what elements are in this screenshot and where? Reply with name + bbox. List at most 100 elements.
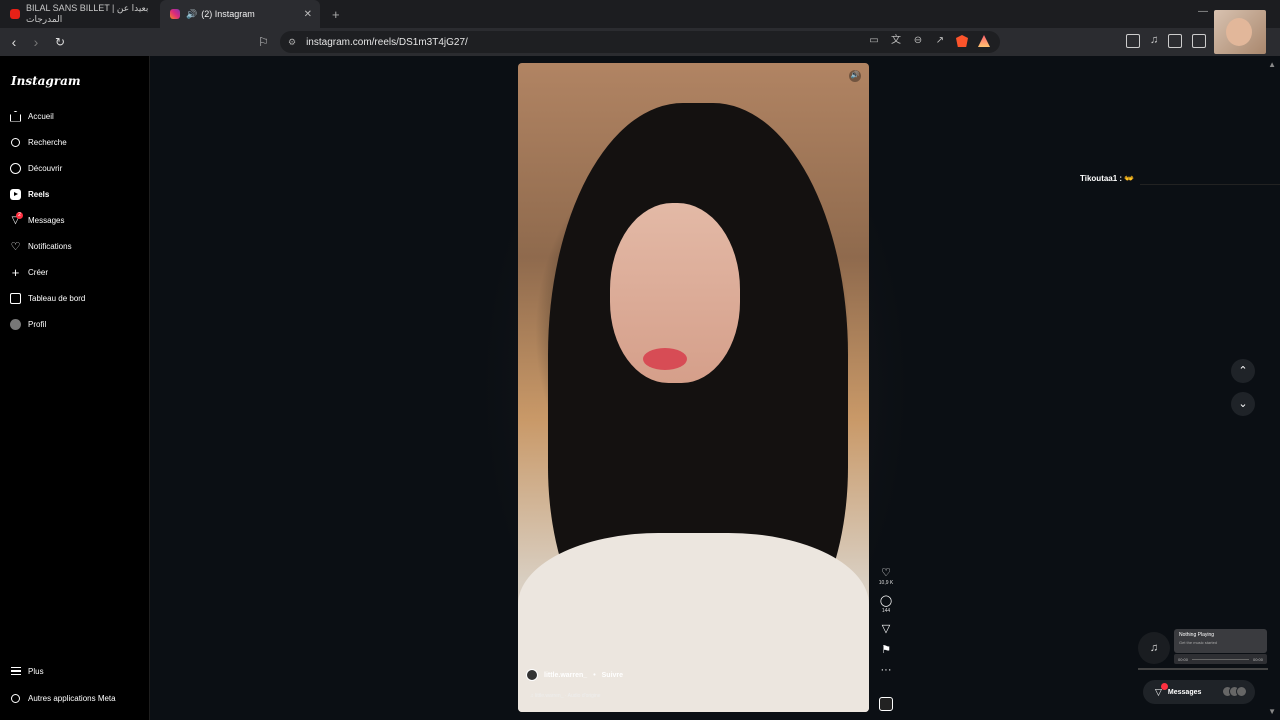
sidebar-item-decouvrir[interactable]: Découvrir bbox=[10, 161, 62, 175]
browser-tab-bar: BILAL SANS BILLET | بعيدا عن المدرجات 🔊 … bbox=[0, 0, 1280, 28]
save-action[interactable]: ⚑ bbox=[881, 643, 891, 656]
sidebar-item-label: Tableau de bord bbox=[28, 293, 86, 303]
search-icon bbox=[10, 137, 21, 148]
instagram-icon bbox=[170, 9, 180, 19]
forward-button[interactable]: › bbox=[26, 32, 46, 52]
more-options-icon[interactable]: ··· bbox=[881, 664, 892, 676]
music-note-icon: ♫ bbox=[1149, 642, 1159, 654]
brave-rewards-icon[interactable]: 1 bbox=[978, 35, 990, 47]
chat-author: Tikoutaa1 : bbox=[1080, 174, 1123, 183]
chevron-up-icon: ⌃ bbox=[1238, 365, 1248, 377]
sidebar-item-label: Reels bbox=[28, 189, 50, 199]
music-note-icon[interactable]: ♫ bbox=[1150, 34, 1158, 48]
bookmark-icon[interactable]: ⚑ bbox=[881, 643, 891, 656]
comment-count: 144 bbox=[881, 608, 891, 614]
author-username[interactable]: little.warren_ bbox=[544, 672, 587, 679]
instagram-sidebar: Instagram Accueil Recherche Découvrir Re… bbox=[0, 56, 150, 720]
like-count: 10,9 K bbox=[878, 580, 894, 586]
messages-pill-button[interactable]: ▽ Messages bbox=[1143, 680, 1255, 704]
back-button[interactable]: ‹ bbox=[4, 32, 24, 52]
music-track-bar[interactable] bbox=[1192, 658, 1249, 660]
separator-dot: • bbox=[593, 671, 596, 679]
scroll-down-arrow[interactable]: ▼ bbox=[1268, 707, 1276, 716]
brave-shields-icon[interactable] bbox=[956, 35, 968, 47]
music-timeline[interactable]: 00:00 00:00 bbox=[1174, 654, 1267, 664]
translate-icon[interactable]: 文 bbox=[890, 35, 902, 47]
reload-button[interactable]: ↻ bbox=[50, 32, 70, 52]
chat-emoji: 👐 bbox=[1124, 174, 1135, 183]
chevron-down-icon: ⌄ bbox=[1238, 398, 1248, 410]
now-playing-card[interactable]: Nothing Playing Get the music started bbox=[1174, 629, 1267, 653]
cast-icon[interactable]: ▭ bbox=[868, 35, 880, 47]
messenger-icon: ▽ bbox=[1155, 682, 1168, 698]
baby-face-image bbox=[1226, 18, 1252, 46]
music-widget-button[interactable]: ♫ bbox=[1138, 632, 1170, 664]
more-action[interactable]: ··· bbox=[881, 664, 892, 676]
avatar bbox=[1236, 686, 1247, 697]
bookmark-icon[interactable]: ⚐ bbox=[258, 35, 269, 49]
chat-divider bbox=[1140, 184, 1280, 185]
sidebar-item-recherche[interactable]: Recherche bbox=[10, 135, 67, 149]
like-action[interactable]: ♡ 10,9 K bbox=[879, 566, 893, 586]
zoom-icon[interactable]: ⊖ bbox=[912, 35, 924, 47]
messages-badge: 2 bbox=[16, 211, 23, 219]
dashboard-icon bbox=[10, 292, 21, 304]
stream-chat-message: Tikoutaa1 : 👐 bbox=[1080, 174, 1134, 183]
sidebar-item-label: Plus bbox=[28, 666, 44, 676]
reel-audio-label[interactable]: ♫ little.warren_ · Audio d'origine bbox=[530, 693, 601, 699]
sidebar-item-profil[interactable]: Profil bbox=[10, 317, 46, 331]
sidebar-item-meta-apps[interactable]: Autres applications Meta bbox=[10, 691, 116, 705]
audio-thumbnail[interactable] bbox=[879, 697, 893, 711]
messages-pill-badge bbox=[1161, 682, 1168, 690]
site-settings-icon[interactable]: ⚙ bbox=[288, 37, 296, 48]
reel-video[interactable]: 🔊 little.warren_ • Suivre ♫ little.warre… bbox=[518, 63, 869, 712]
instagram-logo[interactable]: Instagram bbox=[11, 74, 81, 88]
rewards-badge: 1 bbox=[986, 35, 990, 38]
wallet-icon[interactable] bbox=[1192, 34, 1207, 48]
reel-actions: ♡ 10,9 K ◯ 144 ▽ ⚑ ··· bbox=[876, 566, 896, 684]
share-icon[interactable]: ↗ bbox=[934, 35, 946, 47]
comment-action[interactable]: ◯ 144 bbox=[880, 594, 892, 614]
heart-icon[interactable]: ♡ bbox=[881, 566, 891, 579]
tab-label: BILAL SANS BILLET | بعيدا عن المدرجات bbox=[26, 3, 149, 24]
speaker-icon[interactable]: 🔊 bbox=[186, 9, 197, 20]
new-tab-button[interactable]: + bbox=[332, 7, 340, 22]
webcam-overlay bbox=[1214, 10, 1266, 54]
reels-icon bbox=[10, 188, 21, 200]
tab-instagram[interactable]: 🔊 (2) Instagram ✕ bbox=[160, 0, 320, 28]
sidebar-item-reels[interactable]: Reels bbox=[10, 187, 49, 201]
address-bar-actions: ▭ 文 ⊖ ↗ 1 bbox=[868, 35, 990, 47]
sidebar-item-plus[interactable]: Plus bbox=[10, 664, 44, 678]
reel-video-subject-shirt bbox=[518, 533, 869, 712]
compass-icon bbox=[10, 162, 21, 174]
author-avatar[interactable] bbox=[526, 669, 538, 681]
sidebar-item-creer[interactable]: + Créer bbox=[10, 264, 48, 280]
previous-reel-button[interactable]: ⌃ bbox=[1231, 359, 1255, 383]
address-bar[interactable]: ⚙ instagram.com/reels/DS1m3T4jG27/ ▭ 文 ⊖… bbox=[280, 31, 1000, 53]
share-action[interactable]: ▽ bbox=[882, 622, 890, 635]
follow-button[interactable]: Suivre bbox=[602, 672, 623, 679]
heart-icon: ♡ bbox=[10, 240, 21, 253]
sidebar-item-accueil[interactable]: Accueil bbox=[10, 109, 54, 123]
close-tab-icon[interactable]: ✕ bbox=[304, 9, 312, 20]
browser-toolbar: ‹ › ↻ ⚐ ⚙ instagram.com/reels/DS1m3T4jG2… bbox=[0, 28, 1280, 56]
sidebar-item-messages[interactable]: ▽ 2 Messages bbox=[10, 211, 64, 227]
send-icon[interactable]: ▽ bbox=[882, 622, 890, 635]
scroll-up-arrow[interactable]: ▲ bbox=[1268, 60, 1276, 69]
comment-icon[interactable]: ◯ bbox=[880, 594, 892, 607]
home-icon bbox=[10, 110, 21, 122]
music-progress-bar[interactable] bbox=[1138, 668, 1268, 670]
tab-youtube[interactable]: BILAL SANS BILLET | بعيدا عن المدرجات bbox=[0, 0, 160, 28]
plus-icon: + bbox=[11, 264, 20, 280]
sidebar-toggle-icon[interactable] bbox=[1168, 34, 1183, 48]
sidebar-item-label: Accueil bbox=[28, 111, 54, 121]
reel-video-subject-lips bbox=[643, 348, 687, 370]
sidebar-item-tableau-de-bord[interactable]: Tableau de bord bbox=[10, 291, 85, 305]
sidebar-item-label: Notifications bbox=[28, 241, 72, 251]
messages-pill-label: Messages bbox=[1167, 688, 1202, 696]
volume-icon[interactable]: 🔊 bbox=[849, 70, 861, 82]
screenshot-icon[interactable] bbox=[1126, 34, 1140, 48]
sidebar-item-notifications[interactable]: ♡ Notifications bbox=[10, 239, 72, 253]
next-reel-button[interactable]: ⌄ bbox=[1231, 392, 1255, 416]
minimize-button[interactable]: — bbox=[1198, 6, 1208, 17]
